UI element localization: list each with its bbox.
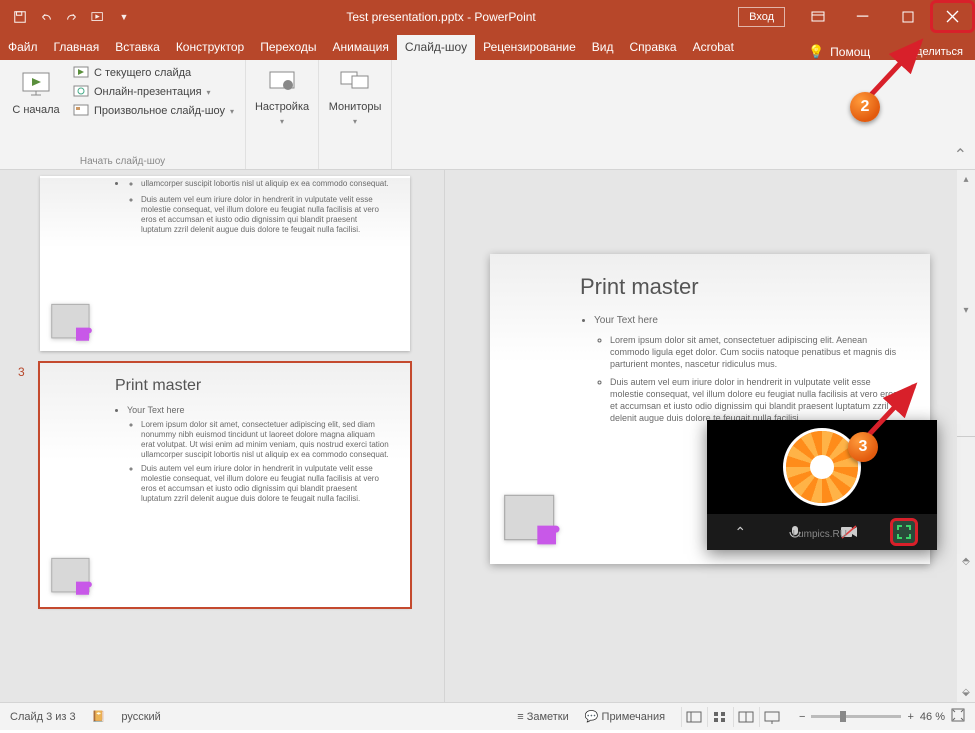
undo-icon[interactable] [38,9,54,25]
ribbon: С начала С текущего слайда Онлайн-презен… [0,60,975,170]
tab-transitions[interactable]: Переходы [252,35,324,60]
online-presentation-button[interactable]: Онлайн-презентация▾ [70,84,237,100]
tell-me-label[interactable]: Помощ [830,45,870,59]
minimize-button[interactable]: ─ [840,0,885,33]
qat-dropdown-icon[interactable]: ▼ [116,9,132,25]
tab-view[interactable]: Вид [584,35,622,60]
slide-thumbnail-2[interactable]: ullamcorper suscipit lobortis nisl ut al… [40,176,410,351]
maximize-button[interactable] [885,0,930,33]
zoom-level[interactable]: 46 % [920,711,945,723]
from-current-button[interactable]: С текущего слайда [70,65,237,81]
zoom-out-button[interactable]: − [799,711,805,723]
prev-slide-icon[interactable]: ⬘ [962,556,970,567]
zoom-meeting-overlay[interactable]: ⌃ Lumpics.RU [707,420,937,550]
tab-file[interactable]: Файл [0,35,46,60]
zoom-video-preview [707,420,937,514]
slide-editor[interactable]: Print master Your Text here Lorem ipsum … [445,170,975,702]
next-slide-icon[interactable]: ⬙ [962,687,970,698]
collapse-ribbon-icon[interactable]: ⌃ [946,141,975,169]
status-slide-info[interactable]: Слайд 3 из 3 [10,711,76,723]
monitors-button[interactable]: Мониторы▾ [327,65,383,126]
from-beginning-button[interactable]: С начала [8,65,64,119]
ribbon-tabs: Файл Главная Вставка Конструктор Переход… [0,33,975,60]
start-from-beginning-icon[interactable] [90,9,106,25]
slide-thumbnail-3[interactable]: Print master Your Text here Lorem ipsum … [40,363,410,607]
display-options-icon[interactable] [795,0,840,33]
notes-button[interactable]: ≡ Заметки [517,711,569,723]
vertical-scrollbar[interactable]: ▴ ▾ ⬘ ⬙ [957,170,975,702]
comments-button[interactable]: 💬 Примечания [585,710,665,723]
zoom-slider[interactable] [811,715,901,718]
window-title: Test presentation.pptx - PowerPoint [144,10,738,24]
callout-badge-2: 2 [850,92,880,122]
tab-insert[interactable]: Вставка [107,35,168,60]
zoom-mute-icon[interactable] [781,518,809,546]
scroll-down-icon[interactable]: ▾ [963,305,968,316]
tell-me-icon[interactable]: 💡 [808,44,824,60]
slide-number-3: 3 [18,365,25,379]
spell-check-icon[interactable]: 📔 [92,710,106,723]
callout-badge-3: 3 [848,432,878,462]
custom-slideshow-button[interactable]: Произвольное слайд-шоу▾ [70,103,237,119]
sorter-view-icon[interactable] [707,707,731,727]
tab-design[interactable]: Конструктор [168,35,252,60]
close-button[interactable] [930,0,975,33]
save-icon[interactable] [12,9,28,25]
zoom-collapse-icon[interactable]: ⌃ [726,518,754,546]
fit-to-window-icon[interactable] [951,708,965,725]
tab-review[interactable]: Рецензирование [475,35,584,60]
slide-thumbnail-panel[interactable]: ullamcorper suscipit lobortis nisl ut al… [0,170,445,702]
zoom-in-button[interactable]: + [907,711,913,723]
tab-help[interactable]: Справка [621,35,684,60]
scroll-up-icon[interactable]: ▴ [963,174,968,185]
thumb-title: Print master [115,377,390,395]
share-button[interactable]: Поделиться [902,46,963,58]
normal-view-icon[interactable] [681,707,705,727]
group-label-start: Начать слайд-шоу [8,154,237,167]
zoom-expand-button[interactable] [890,518,918,546]
slide-title[interactable]: Print master [580,274,906,300]
tab-home[interactable]: Главная [46,35,108,60]
reading-view-icon[interactable] [733,707,757,727]
tab-acrobat[interactable]: Acrobat [685,35,742,60]
login-button[interactable]: Вход [738,7,785,27]
setup-button[interactable]: Настройка▾ [254,65,310,126]
tab-animation[interactable]: Анимация [325,35,397,60]
slideshow-view-icon[interactable] [759,707,783,727]
tab-slideshow[interactable]: Слайд-шоу [397,35,475,60]
zoom-video-icon[interactable] [835,518,863,546]
status-bar: Слайд 3 из 3 📔 русский ≡ Заметки 💬 Приме… [0,702,975,730]
redo-icon[interactable] [64,9,80,25]
status-language[interactable]: русский [121,711,160,723]
